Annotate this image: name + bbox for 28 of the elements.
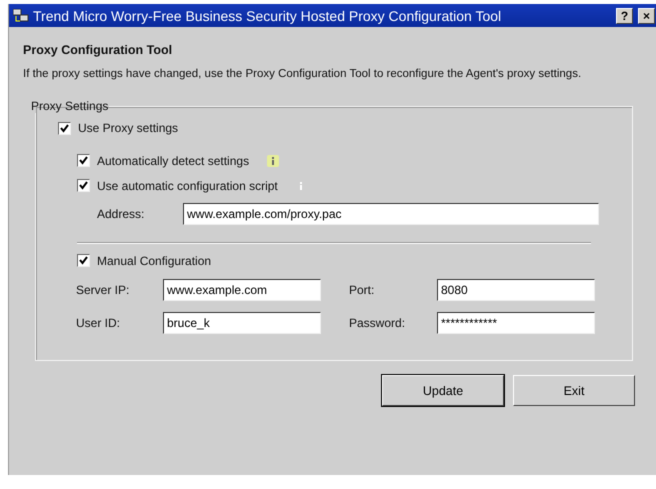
manual-config-checkbox[interactable]: Manual Configuration bbox=[77, 254, 212, 268]
checkbox-box[interactable] bbox=[77, 179, 90, 192]
dialog-button[interactable]: Exit bbox=[513, 375, 635, 406]
address-field[interactable]: www.example.com/proxy.pac bbox=[183, 202, 599, 224]
field-label: Server IP: bbox=[76, 283, 130, 297]
address-label: Address: bbox=[97, 206, 146, 220]
use-proxy-checkbox[interactable]: Use Proxy settings bbox=[58, 121, 178, 135]
checkbox-box[interactable] bbox=[77, 254, 90, 267]
auto-detect-checkbox[interactable]: Automatically detect settings bbox=[77, 154, 250, 168]
field-label: Password: bbox=[349, 316, 406, 330]
dialog-button[interactable]: Update bbox=[382, 375, 504, 406]
auto-script-checkbox[interactable]: Use automatic configuration script bbox=[77, 178, 278, 192]
close-button[interactable]: × bbox=[638, 8, 655, 24]
group-title: Proxy Settings bbox=[30, 99, 110, 113]
input-field[interactable]: ************ bbox=[437, 312, 595, 334]
description-text: If the proxy settings have changed, use the Proxy Configuration Tool to reconfigure the Agent's proxy settings. bbox=[23, 67, 582, 81]
checkbox-box[interactable] bbox=[77, 154, 90, 167]
field-label: User ID: bbox=[76, 316, 122, 330]
dialog-heading: Proxy Configuration Tool bbox=[23, 43, 174, 57]
network-computers-icon bbox=[13, 8, 29, 22]
field-label: Port: bbox=[349, 283, 376, 297]
info-icon[interactable] bbox=[267, 154, 280, 166]
input-field[interactable]: bruce_k bbox=[163, 312, 321, 334]
checkbox-box[interactable] bbox=[58, 122, 71, 134]
input-field[interactable]: 8080 bbox=[437, 279, 595, 301]
window-title: Trend Micro Worry-Free Business Security Hosted Proxy Configuration Tool bbox=[33, 8, 502, 24]
input-field[interactable]: www.example.com bbox=[163, 279, 321, 301]
help-button[interactable]: ? bbox=[616, 8, 633, 24]
